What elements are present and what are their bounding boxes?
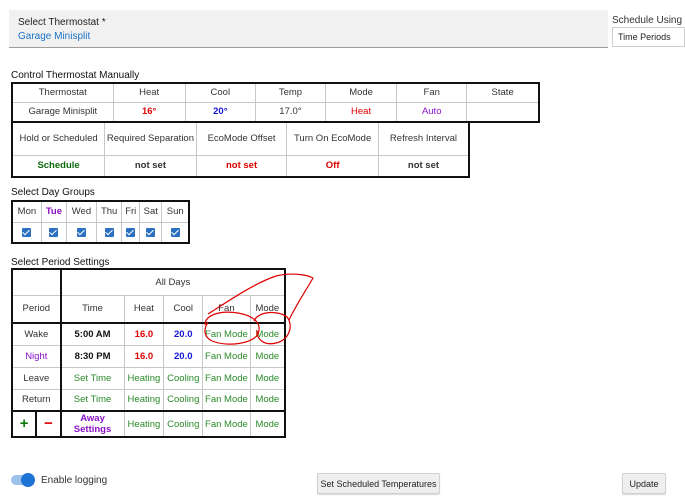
header-state: State	[466, 82, 540, 103]
value-temp: 17.0°	[254, 101, 327, 123]
header-ecomode-offset: EcoMode Offset	[195, 121, 288, 156]
checkbox-wed[interactable]	[76, 227, 86, 237]
set-scheduled-temperatures-button[interactable]: Set Scheduled Temperatures	[317, 473, 440, 494]
schedule-using-select[interactable]: Time Periods	[612, 27, 685, 47]
fan-wake[interactable]: Fan Mode	[202, 322, 251, 346]
period-settings-title: Select Period Settings	[11, 257, 110, 268]
header-thermostat: Thermostat	[11, 82, 114, 103]
time-return[interactable]: Set Time	[59, 388, 125, 412]
day-mon: Mon	[11, 200, 42, 223]
cool-return[interactable]: Cooling	[163, 388, 204, 412]
value-mode[interactable]: Heat	[324, 101, 398, 123]
cool-wake[interactable]: 20.0	[163, 322, 204, 346]
header-mode: Mode	[324, 82, 398, 103]
checkbox-thu[interactable]	[104, 227, 114, 237]
time-night[interactable]: 8:30 PM	[59, 344, 125, 368]
day-tue: Tue	[40, 200, 68, 223]
mode-away[interactable]: Mode	[249, 410, 286, 438]
header-fan: Fan	[202, 294, 251, 324]
mode-wake[interactable]: Mode	[249, 322, 286, 346]
checkbox-sat[interactable]	[146, 227, 156, 237]
header-mode: Mode	[249, 294, 286, 324]
cool-leave[interactable]: Cooling	[163, 366, 204, 390]
header-fan: Fan	[396, 82, 468, 103]
period-night: Night	[11, 344, 62, 368]
remove-period-button[interactable]: −	[37, 412, 59, 436]
cool-away[interactable]: Cooling	[163, 410, 204, 438]
value-cool[interactable]: 20°	[184, 101, 256, 123]
all-days-header: All Days	[59, 268, 286, 296]
heat-away[interactable]: Heating	[123, 410, 165, 438]
fan-away[interactable]: Fan Mode	[202, 410, 251, 438]
header-refresh-interval: Refresh Interval	[377, 121, 470, 156]
header-cool: Cool	[163, 294, 204, 324]
fan-leave[interactable]: Fan Mode	[202, 366, 251, 390]
time-leave[interactable]: Set Time	[59, 366, 125, 390]
value-ecomode-offset[interactable]: not set	[195, 154, 288, 178]
header-period: Period	[11, 294, 62, 324]
logging-label: Enable logging	[41, 475, 108, 486]
period-table: All Days Period Time Heat Cool Fan Mode …	[11, 268, 286, 438]
logging-toggle[interactable]	[11, 473, 35, 487]
day-groups-title: Select Day Groups	[11, 187, 95, 198]
value-fan[interactable]: Auto	[396, 101, 468, 123]
toggle-knob	[21, 473, 35, 487]
mode-night[interactable]: Mode	[249, 344, 286, 368]
value-refresh-interval[interactable]: not set	[377, 154, 470, 178]
table-row: Leave Set Time Heating Cooling Fan Mode …	[11, 366, 286, 390]
day-thu: Thu	[95, 200, 123, 223]
cool-night[interactable]: 20.0	[163, 344, 204, 368]
checkbox-sun[interactable]	[170, 227, 180, 237]
day-fri: Fri	[121, 200, 141, 223]
fan-return[interactable]: Fan Mode	[202, 388, 251, 412]
add-period-button[interactable]: +	[13, 412, 38, 436]
table-row: Return Set Time Heating Cooling Fan Mode…	[11, 388, 286, 412]
thermostat-select-label: Select Thermostat *	[18, 17, 106, 28]
control-manual-title: Control Thermostat Manually	[11, 70, 140, 81]
header-heat: Heat	[112, 82, 186, 103]
header-cool: Cool	[184, 82, 256, 103]
period-return: Return	[11, 388, 62, 412]
day-sun: Sun	[161, 200, 190, 223]
thermostat-select[interactable]: Select Thermostat * Garage Minisplit	[9, 10, 608, 48]
header-turn-on-ecomode: Turn On EcoMode	[286, 121, 379, 156]
checkbox-tue[interactable]	[49, 227, 59, 237]
day-sat: Sat	[139, 200, 163, 223]
update-button[interactable]: Update	[622, 473, 666, 494]
time-wake[interactable]: 5:00 AM	[59, 322, 125, 346]
value-hold-scheduled[interactable]: Schedule	[11, 154, 106, 178]
value-required-separation[interactable]: not set	[104, 154, 197, 178]
day-wed: Wed	[66, 200, 97, 223]
away-settings[interactable]: Away Settings	[59, 410, 125, 438]
mode-return[interactable]: Mode	[249, 388, 286, 412]
checkbox-mon[interactable]	[22, 227, 32, 237]
mode-leave[interactable]: Mode	[249, 366, 286, 390]
header-heat: Heat	[123, 294, 165, 324]
value-heat[interactable]: 16°	[112, 101, 186, 123]
period-wake: Wake	[11, 322, 62, 346]
header-required-separation: Required Separation	[104, 121, 197, 156]
table-row: Wake 5:00 AM 16.0 20.0 Fan Mode Mode	[11, 322, 286, 346]
day-groups-table: Mon Tue Wed Thu Fri Sat Sun	[11, 200, 190, 244]
checkbox-fri[interactable]	[126, 227, 136, 237]
header-temp: Temp	[254, 82, 327, 103]
value-turn-on-ecomode[interactable]: Off	[286, 154, 379, 178]
control-settings-table: Hold or Scheduled Required Separation Ec…	[11, 121, 470, 178]
heat-return[interactable]: Heating	[123, 388, 165, 412]
heat-night[interactable]: 16.0	[123, 344, 165, 368]
value-state	[466, 101, 540, 123]
period-leave: Leave	[11, 366, 62, 390]
header-hold-scheduled: Hold or Scheduled	[11, 121, 106, 156]
thermostat-select-value: Garage Minisplit	[18, 31, 91, 42]
value-thermostat: Garage Minisplit	[11, 101, 114, 123]
header-time: Time	[59, 294, 125, 324]
heat-leave[interactable]: Heating	[123, 366, 165, 390]
heat-wake[interactable]: 16.0	[123, 322, 165, 346]
table-row: + − Away Settings Heating Cooling Fan Mo…	[11, 410, 286, 438]
control-table: Thermostat Heat Cool Temp Mode Fan State…	[11, 82, 540, 123]
table-row: Night 8:30 PM 16.0 20.0 Fan Mode Mode	[11, 344, 286, 368]
schedule-using-label: Schedule Using	[612, 15, 683, 26]
fan-night[interactable]: Fan Mode	[202, 344, 251, 368]
